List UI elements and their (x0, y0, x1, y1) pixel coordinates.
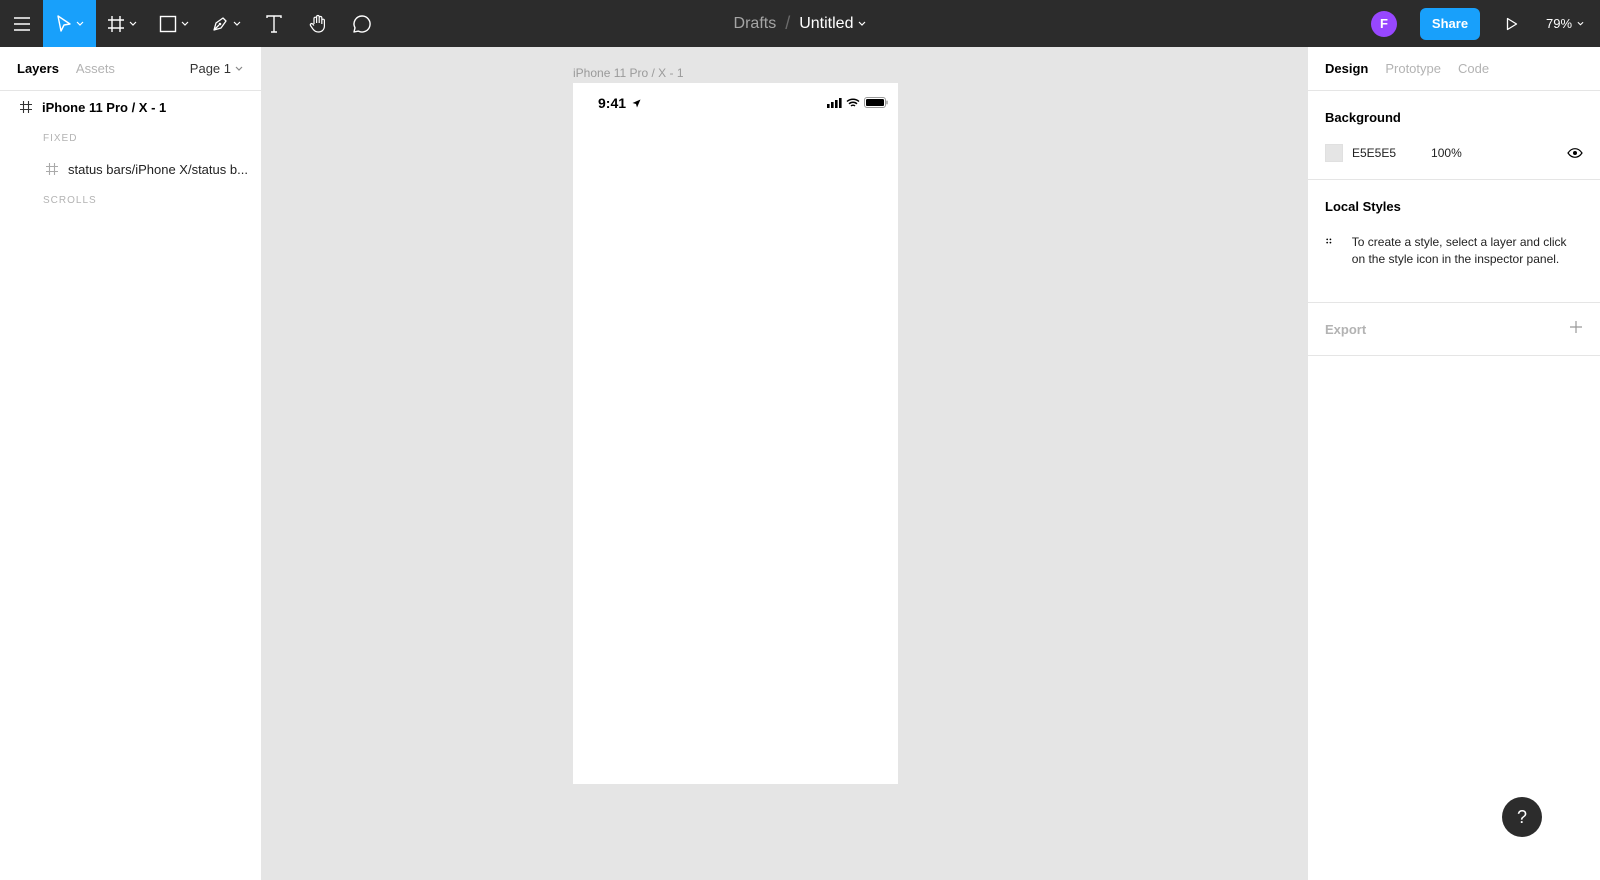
tab-design[interactable]: Design (1325, 61, 1368, 76)
iphone-frame[interactable]: 9:41 (573, 83, 898, 784)
status-bar-time: 9:41 (598, 95, 641, 111)
background-color-swatch[interactable] (1325, 144, 1343, 162)
export-heading: Export (1325, 322, 1367, 337)
background-heading: Background (1325, 110, 1401, 125)
local-styles-hint: To create a style, select a layer and cl… (1325, 234, 1583, 268)
page-name: Page 1 (189, 61, 231, 76)
export-section: Export (1308, 303, 1600, 356)
tab-layers[interactable]: Layers (17, 61, 59, 76)
breadcrumb-separator: / (785, 13, 791, 33)
layer-row-status-bar[interactable]: status bars/iPhone X/status b... (0, 153, 261, 185)
pen-tool-button[interactable] (200, 0, 252, 47)
present-button[interactable] (1500, 17, 1524, 31)
rectangle-icon (159, 15, 177, 32)
layer-row-frame[interactable]: iPhone 11 Pro / X - 1 (0, 91, 261, 123)
local-styles-heading: Local Styles (1325, 199, 1401, 214)
background-hex-input[interactable]: E5E5E5 (1352, 146, 1396, 160)
chevron-down-icon (1577, 21, 1584, 26)
frame-icon (46, 163, 58, 175)
chevron-down-icon (859, 21, 866, 26)
hand-icon (309, 14, 325, 33)
frame-icon (20, 101, 32, 113)
properties-panel: Design Prototype Code Background E5E5E5 … (1307, 47, 1600, 880)
chevron-down-icon (235, 66, 243, 71)
local-styles-hint-text: To create a style, select a layer and cl… (1351, 235, 1567, 266)
tab-assets[interactable]: Assets (76, 61, 115, 76)
plus-icon[interactable] (1569, 320, 1583, 334)
chevron-down-icon (129, 21, 137, 26)
cursor-icon (56, 14, 71, 32)
hamburger-icon (13, 16, 30, 31)
layer-section-scrolls: SCROLLS (43, 194, 97, 206)
comment-icon (353, 14, 371, 33)
shape-tool-button[interactable] (148, 0, 200, 47)
local-styles-section: Local Styles To create a style, select a… (1308, 180, 1600, 303)
chevron-down-icon (181, 21, 189, 26)
comment-tool-button[interactable] (340, 0, 384, 47)
file-title-menu[interactable]: Untitled (799, 15, 866, 33)
chevron-down-icon (233, 21, 241, 26)
hand-tool-button[interactable] (296, 0, 340, 47)
background-opacity-input[interactable]: 100% (1431, 146, 1462, 160)
canvas[interactable]: iPhone 11 Pro / X - 1 9:41 (262, 47, 1307, 880)
signal-icon (827, 97, 842, 108)
user-avatar[interactable]: F (1371, 10, 1397, 37)
time-text: 9:41 (598, 95, 627, 111)
style-dots-icon (1326, 238, 1332, 244)
share-button[interactable]: Share (1420, 7, 1480, 40)
battery-icon (864, 97, 888, 108)
frame-icon (108, 15, 124, 32)
zoom-menu[interactable]: 79% (1546, 16, 1584, 31)
layers-panel: Layers Assets Page 1 iPhone 11 Pro / X -… (0, 47, 262, 880)
layer-name: iPhone 11 Pro / X - 1 (42, 99, 167, 115)
frame-label[interactable]: iPhone 11 Pro / X - 1 (573, 66, 684, 80)
text-icon (266, 14, 282, 33)
layer-name: status bars/iPhone X/status b... (68, 161, 248, 177)
main-menu-button[interactable] (0, 0, 43, 47)
top-toolbar: Drafts / Untitled F Share 79% (0, 0, 1600, 47)
wifi-icon (846, 97, 860, 107)
pen-icon (213, 16, 227, 31)
left-panel-tabs: Layers Assets Page 1 (0, 47, 261, 91)
background-fill-row: E5E5E5 100% (1325, 144, 1583, 162)
right-panel-tabs: Design Prototype Code (1308, 47, 1600, 91)
chevron-down-icon (76, 21, 83, 26)
toolbar-right: F Share 79% (1371, 0, 1600, 47)
file-title: Untitled (799, 14, 854, 32)
status-bar-icons (827, 97, 888, 108)
help-button[interactable]: ? (1502, 797, 1542, 837)
play-icon (1506, 17, 1518, 30)
tab-prototype[interactable]: Prototype (1385, 61, 1441, 76)
background-section: Background E5E5E5 100% (1308, 91, 1600, 180)
location-arrow-icon (632, 99, 641, 107)
move-tool-button[interactable] (43, 0, 96, 47)
frame-tool-button[interactable] (96, 0, 148, 47)
tab-code[interactable]: Code (1458, 61, 1489, 76)
layer-section-fixed: FIXED (43, 132, 78, 144)
breadcrumb-drafts[interactable]: Drafts (734, 15, 777, 33)
eye-icon[interactable] (1567, 148, 1583, 158)
zoom-level: 79% (1546, 16, 1573, 31)
text-tool-button[interactable] (252, 0, 296, 47)
page-selector[interactable]: Page 1 (190, 61, 243, 76)
